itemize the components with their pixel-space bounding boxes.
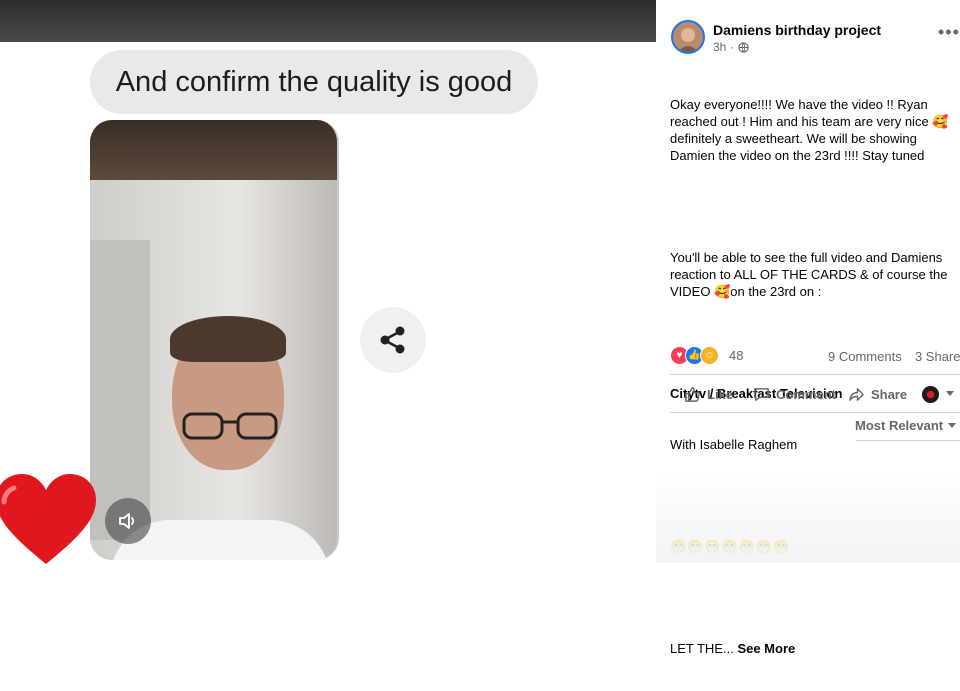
post-tail-text: LET THE...: [670, 641, 738, 656]
care-reaction-icon: ☺: [700, 346, 719, 365]
share-button[interactable]: [360, 307, 426, 373]
facebook-post-panel: Damiens birthday project 3h · ••• Okay e…: [656, 0, 960, 656]
post-tail: LET THE... See More: [670, 640, 960, 657]
caret-down-icon: [946, 391, 955, 396]
post-host: With Isabelle Raghem: [670, 437, 798, 452]
speaker-icon[interactable]: [105, 498, 151, 544]
video-message[interactable]: [90, 120, 339, 560]
share-arrow-icon: [849, 387, 864, 401]
video-ceiling: [90, 120, 337, 180]
profile-avatar-icon: [922, 385, 940, 403]
video-top-bar: [0, 0, 656, 42]
divider: [670, 412, 960, 413]
engagement-counts: 9 Comments 3 Shares: [828, 349, 960, 364]
message-bubble: And confirm the quality is good: [90, 50, 538, 114]
comments-count[interactable]: 9 Comments: [828, 349, 902, 364]
post-paragraph-1: Okay everyone!!!! We have the video !! R…: [670, 97, 953, 163]
divider: [856, 440, 960, 441]
share-post-button[interactable]: Share: [848, 386, 907, 403]
post-actions: Like Comment Share: [670, 384, 960, 404]
more-options-icon[interactable]: •••: [938, 22, 960, 43]
comment-label: Comment: [776, 386, 836, 402]
comment-button[interactable]: Comment: [753, 386, 836, 403]
post-body: Okay everyone!!!! We have the video !! R…: [670, 62, 960, 691]
video-doorframe: [90, 240, 150, 540]
caret-down-icon: [948, 422, 957, 428]
reaction-count: 48: [729, 348, 744, 363]
divider: [670, 374, 960, 375]
group-name-link[interactable]: Damiens birthday project: [713, 22, 881, 38]
comment-sort-label: Most Relevant: [855, 418, 944, 433]
post-paragraph-2: You'll be able to see the full video and…: [670, 250, 952, 299]
group-avatar[interactable]: [671, 20, 705, 54]
thumbs-up-icon: [685, 386, 700, 402]
comment-sort-dropdown[interactable]: Most Relevant: [855, 418, 957, 433]
heart-reaction-icon: [0, 474, 96, 564]
video-person-glasses: [182, 412, 278, 440]
shares-count[interactable]: 3 Shares: [915, 349, 960, 364]
video-person-hair: [170, 316, 286, 362]
globe-icon: [738, 41, 750, 53]
post-meta: 3h ·: [713, 40, 750, 54]
faded-bottom: [656, 470, 960, 563]
reaction-summary[interactable]: ♥ 👍 ☺ 48: [670, 346, 743, 365]
share-icon: [380, 326, 405, 354]
like-label: Like: [707, 386, 734, 402]
see-more-link[interactable]: See More: [737, 641, 795, 656]
message-text: And confirm the quality is good: [115, 65, 513, 98]
comment-icon: [754, 387, 769, 401]
like-button[interactable]: Like: [684, 386, 733, 403]
post-time[interactable]: 3h: [713, 40, 726, 54]
share-label: Share: [870, 386, 908, 402]
dot-separator: ·: [730, 40, 735, 54]
audience-selector[interactable]: [921, 385, 955, 404]
